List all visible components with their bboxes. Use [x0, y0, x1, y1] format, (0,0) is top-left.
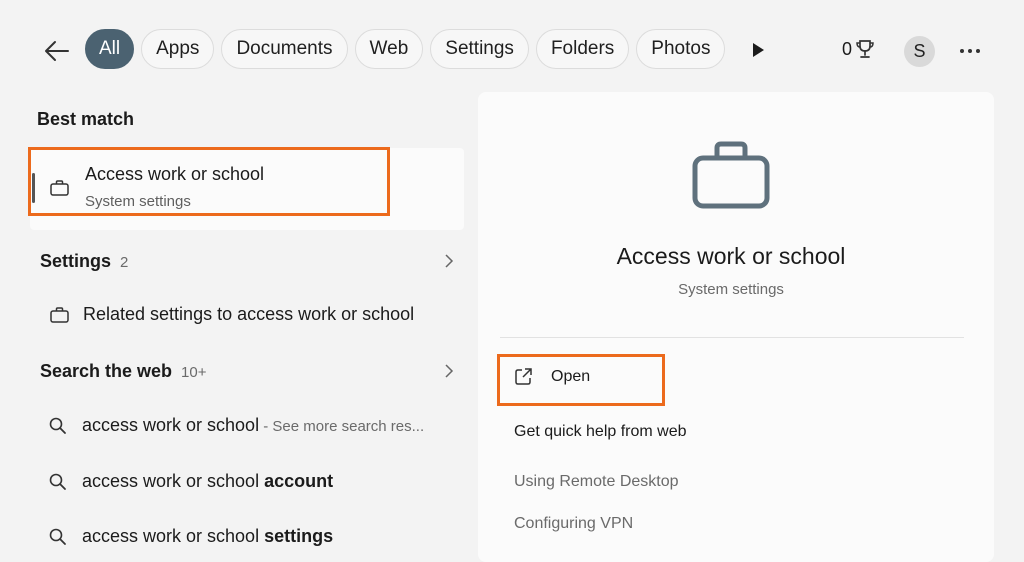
rewards-points[interactable]: 0: [842, 38, 876, 60]
trophy-icon: [856, 40, 874, 58]
search-icon: [49, 528, 66, 545]
preview-title: Access work or school: [616, 243, 846, 269]
settings-section-title: Settings: [40, 251, 112, 271]
arrow-left-icon: [45, 41, 69, 61]
web-section-title: Search the web: [40, 361, 173, 381]
web-result-2[interactable]: access work or school account: [48, 471, 333, 492]
web-count: 10+: [181, 364, 207, 381]
briefcase-icon: [692, 141, 770, 209]
web-result-3[interactable]: access work or school settings: [48, 526, 333, 547]
chevron-right-icon[interactable]: [442, 364, 456, 378]
best-match-heading: Best match: [37, 109, 135, 129]
settings-result-item[interactable]: Related settings to access work or schoo…: [50, 304, 414, 325]
back-button[interactable]: [40, 34, 74, 68]
web-result-text: access work or school settings: [82, 526, 334, 546]
quick-help-link[interactable]: Get quick help from web: [514, 423, 687, 441]
tab-apps[interactable]: Apps: [141, 29, 215, 69]
search-icon: [49, 417, 66, 434]
web-result-text: access work or school - See more search …: [82, 415, 425, 435]
web-section-header[interactable]: Search the web 10+: [40, 361, 207, 382]
settings-count: 2: [120, 254, 129, 271]
briefcase-icon: [50, 180, 69, 196]
tab-documents[interactable]: Documents: [221, 29, 348, 69]
best-match-subtitle: System settings: [85, 193, 191, 210]
web-result-text: access work or school account: [82, 471, 334, 491]
filter-tabs: All Apps Documents Web Settings Folders …: [85, 29, 726, 69]
tab-folders[interactable]: Folders: [535, 29, 630, 69]
briefcase-icon: [50, 306, 69, 323]
tab-photos[interactable]: Photos: [636, 29, 726, 69]
play-icon: [753, 43, 764, 57]
settings-section-header[interactable]: Settings 2: [40, 251, 128, 272]
vpn-link[interactable]: Configuring VPN: [514, 515, 633, 533]
points-count: 0: [842, 38, 853, 59]
tab-web[interactable]: Web: [354, 29, 424, 69]
web-result-1[interactable]: access work or school - See more search …: [48, 415, 424, 436]
best-match-title: Access work or school: [85, 164, 265, 184]
tab-all[interactable]: All: [85, 29, 135, 69]
preview-subtitle: System settings: [678, 281, 784, 298]
divider: [500, 337, 964, 338]
ellipsis-icon: [960, 49, 980, 53]
tab-settings[interactable]: Settings: [430, 29, 529, 69]
chevron-right-icon[interactable]: [442, 254, 456, 268]
search-icon: [49, 473, 66, 490]
avatar-initial: S: [913, 41, 926, 61]
open-highlight: [497, 354, 665, 406]
avatar[interactable]: S: [904, 36, 935, 67]
more-options-button[interactable]: [956, 38, 984, 64]
more-tabs-button[interactable]: [748, 40, 768, 60]
remote-desktop-link[interactable]: Using Remote Desktop: [514, 473, 679, 491]
settings-result-label: Related settings to access work or schoo…: [83, 304, 415, 324]
